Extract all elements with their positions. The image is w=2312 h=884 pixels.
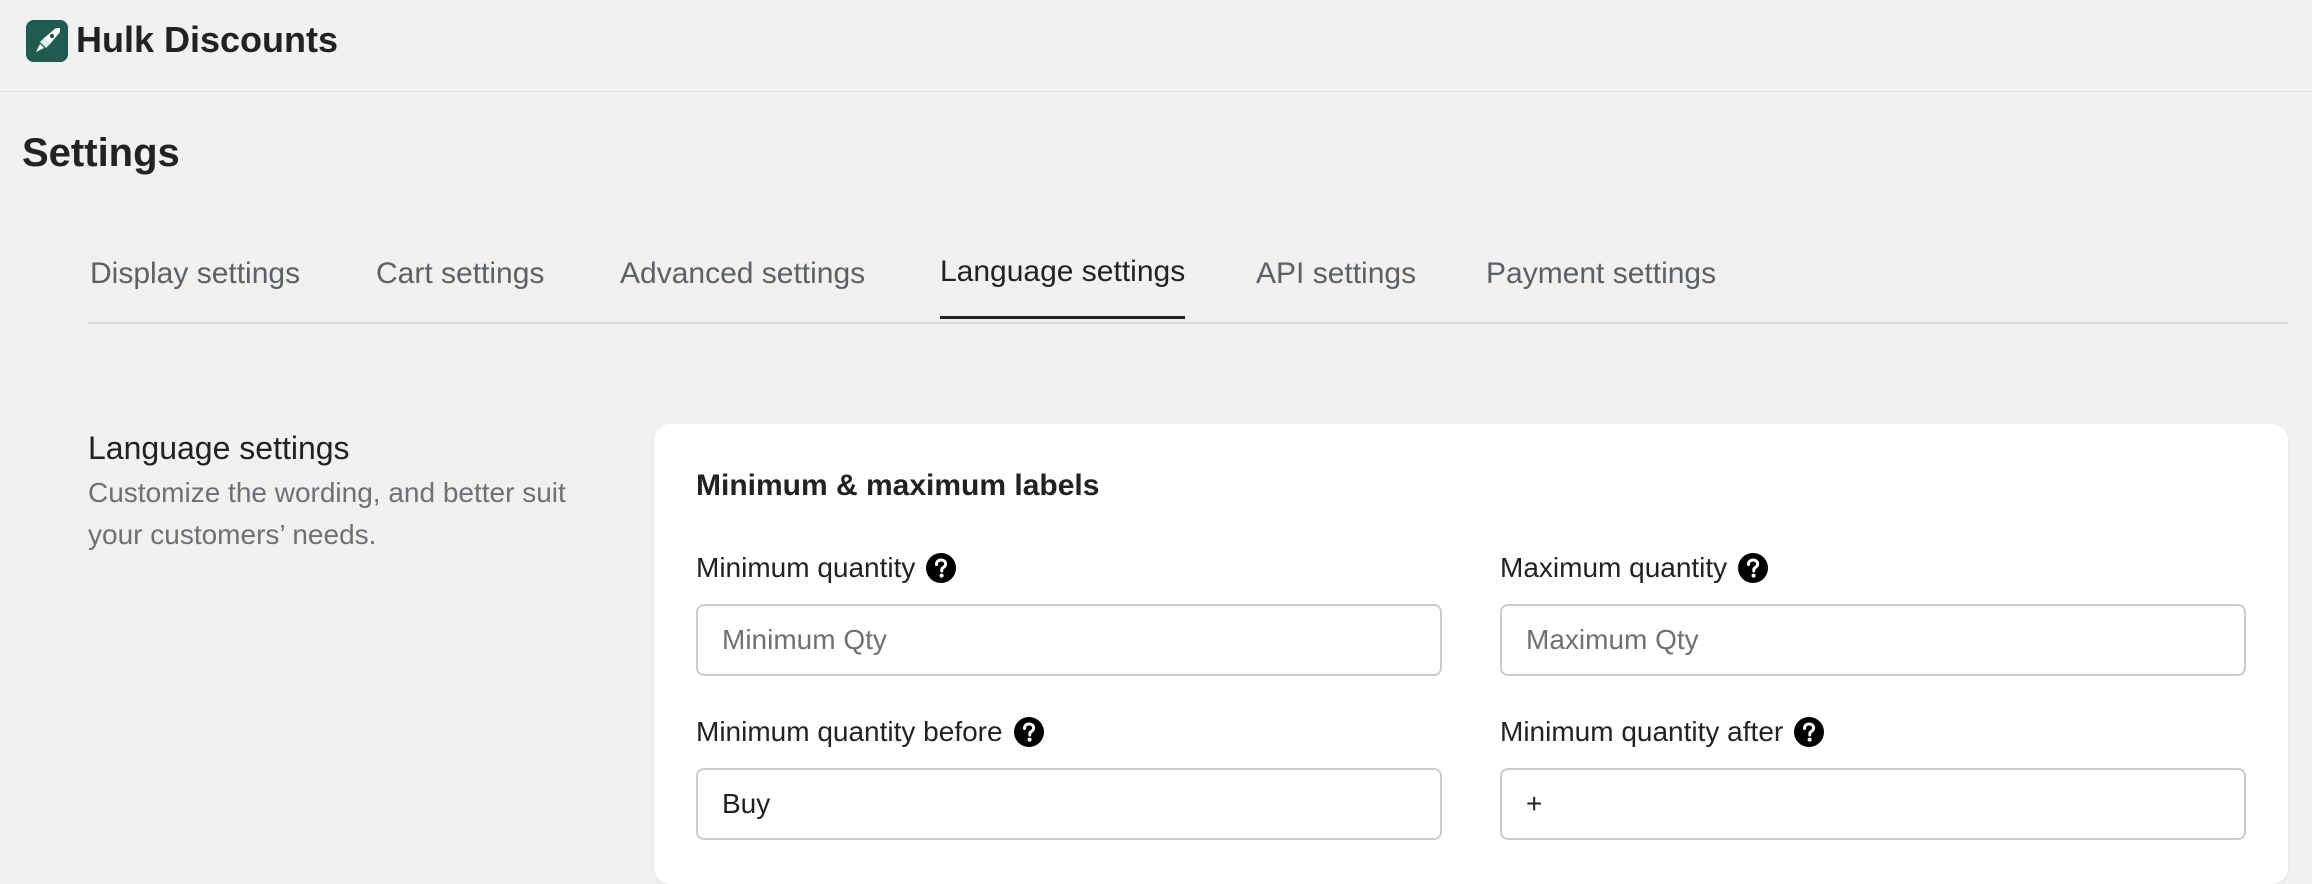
question-circle-icon[interactable] [925,552,957,584]
tab-payment-settings[interactable]: Payment settings [1486,254,1716,294]
tab-language-settings[interactable]: Language settings [940,252,1186,319]
question-circle-icon[interactable] [1737,552,1769,584]
min-max-labels-card: Minimum & maximum labels Minimum quantit… [654,424,2288,884]
card-title: Minimum & maximum labels [696,469,1100,502]
maximum-quantity-label-text: Maximum quantity [1500,552,1728,583]
section-title: Language settings [88,430,350,466]
tab-advanced-settings[interactable]: Advanced settings [620,254,865,294]
minimum-quantity-before-input[interactable] [696,768,1442,840]
tab-cart-settings[interactable]: Cart settings [376,254,544,294]
minimum-quantity-input[interactable] [696,604,1442,676]
minimum-quantity-label: Minimum quantity [696,550,957,586]
tab-api-settings[interactable]: API settings [1256,254,1416,294]
maximum-quantity-label: Maximum quantity [1500,550,1769,586]
tab-display-settings[interactable]: Display settings [90,254,300,294]
rocket-icon [26,20,68,62]
question-circle-icon[interactable] [1793,716,1825,748]
minimum-quantity-after-label: Minimum quantity after [1500,714,1825,750]
app-title: Hulk Discounts [76,19,339,60]
question-circle-icon[interactable] [1013,716,1045,748]
minimum-quantity-after-label-text: Minimum quantity after [1500,716,1784,747]
page-title: Settings [22,131,180,175]
maximum-quantity-input[interactable] [1500,604,2246,676]
minimum-quantity-after-input[interactable] [1500,768,2246,840]
settings-tabs: Display settings Cart settings Advanced … [88,240,2288,324]
minimum-quantity-before-label-text: Minimum quantity before [696,716,1003,747]
minimum-quantity-label-text: Minimum quantity [696,552,916,583]
section-description: Customize the wording, and better suit y… [88,477,566,550]
top-bar: Hulk Discounts [0,0,2312,92]
minimum-quantity-before-label: Minimum quantity before [696,714,1045,750]
